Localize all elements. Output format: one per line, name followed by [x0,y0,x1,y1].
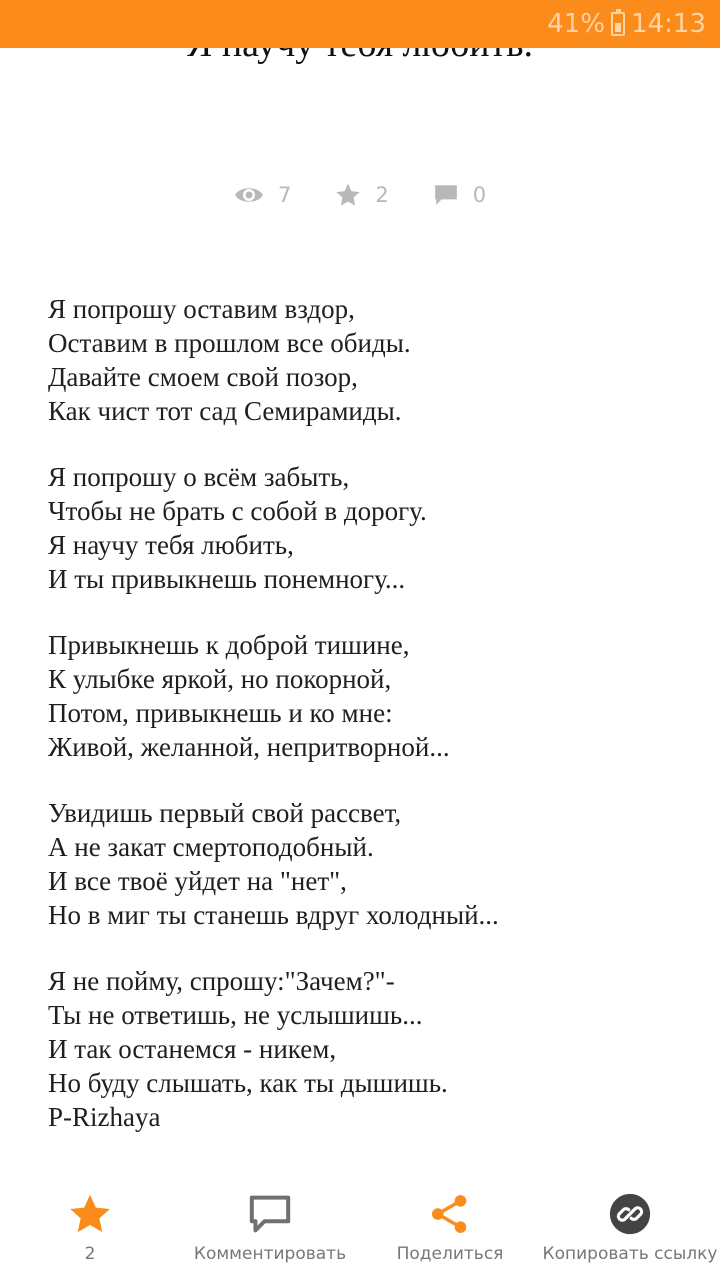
share-label: Поделиться [396,1244,504,1264]
action-bar: 2 Комментировать Поделиться Копировать с… [0,1180,720,1280]
poem-line: Я попрошу оставим вздор, [48,294,355,324]
poem-line: И все твоё уйдет на "нет", [48,866,347,896]
copy-link-label: Копировать ссылку [542,1244,718,1264]
poem-line: А не закат смертоподобный. [48,832,374,862]
clock-overlay: 14:13 [631,9,706,39]
battery-level-overlay: 41% [547,9,606,39]
stanza: Я попрошу оставим вздор, Оставим в прошл… [48,292,688,428]
views-stat: 7 [234,183,291,207]
share-icon-wrap [360,1190,540,1238]
comments-stat: 0 [433,182,486,208]
poem-line: К улыбке яркой, но покорной, [48,664,392,694]
comment-bubble-icon [249,1195,291,1233]
star-button[interactable]: 2 [0,1190,180,1270]
eye-icon [234,188,263,202]
views-count: 7 [277,183,292,207]
poem-line: И так останемся - никем, [48,1034,337,1064]
link-icon-wrap [540,1190,720,1238]
star-count-label: 2 [84,1244,96,1264]
comment-label: Комментировать [193,1244,347,1264]
poem-line: Живой, желанной, непритворной... [48,732,450,762]
poem-line: Потом, привыкнешь и ко мне: [48,698,393,728]
stars-stat: 2 [335,182,389,208]
battery-icon [611,9,626,36]
poem-line: Но в миг ты станешь вдруг холодный... [48,900,499,930]
comment-bubble-icon [434,185,457,205]
comment-button[interactable]: Комментировать [180,1190,360,1270]
poem-line: Я не пойму, спрошу:"Зачем?"- [48,966,395,996]
stanza: Я не пойму, спрошу:"Зачем?"- Ты не ответ… [48,964,688,1100]
stanza: Я попрошу о всём забыть, Чтобы не брать … [48,460,688,596]
star-icon [336,183,361,206]
stars-count: 2 [375,183,389,207]
share-button[interactable]: Поделиться [360,1190,540,1270]
comments-count: 0 [472,183,487,207]
poem-line: Я попрошу о всём забыть, [48,462,350,492]
poem-line: И ты привыкнешь понемногу... [48,564,406,594]
poem-signature: P-Rizhaya [48,1102,161,1132]
stanza: Увидишь первый свой рассвет, А не закат … [48,796,688,932]
copy-link-button[interactable]: Копировать ссылку [540,1190,720,1270]
poem-line: Давайте смоем свой позор, [48,362,358,392]
poem-line: Привыкнешь к доброй тишине, [48,630,410,660]
status-bar-right-overlay: 41% 14:13 [547,8,706,40]
poem-line: Увидишь первый свой рассвет, [48,798,402,828]
stanza: Привыкнешь к доброй тишине, К улыбке ярк… [48,628,688,764]
star-icon-wrap [0,1190,180,1238]
comment-icon-wrap [180,1190,360,1238]
poem-line: Как чист тот сад Семирамиды. [48,396,402,426]
poem-line: Оставим в прошлом все обиды. [48,328,411,358]
link-icon [609,1193,651,1235]
poem-line: Я научу тебя любить, [48,530,294,560]
poem-line: Но буду слышать, как ты дышишь. [48,1068,448,1098]
post-stats: 7 2 0 [0,176,720,214]
share-icon [431,1195,467,1233]
poem-line: Чтобы не брать с собой в дорогу. [48,496,427,526]
poem-body: Я попрошу оставим вздор, Оставим в прошл… [48,292,688,1134]
poem-line: Ты не ответишь, не услышишь... [48,1000,423,1030]
star-icon [70,1194,110,1233]
status-bar-overlay: 41% 14:13 [0,0,720,48]
